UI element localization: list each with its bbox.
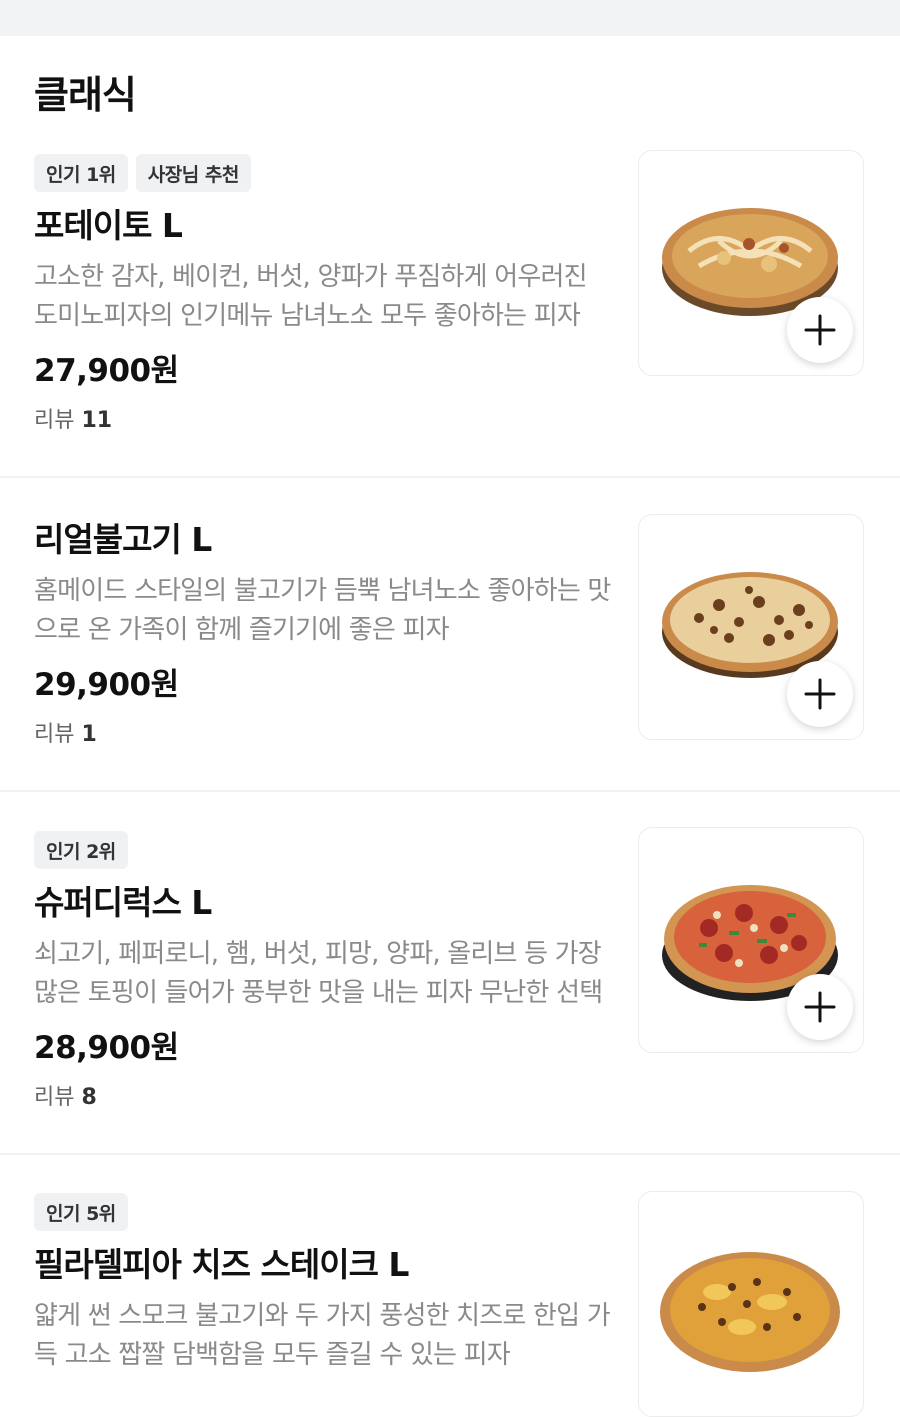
badge-group: 인기 2위: [34, 831, 614, 869]
item-name: 포테이토 L: [34, 206, 183, 245]
review-label: 리뷰: [34, 722, 75, 747]
owner-pick-badge: 사장님 추천: [135, 154, 251, 192]
divider: [0, 790, 900, 792]
bulgogi-pizza-image[interactable]: [638, 514, 864, 740]
review-number: 8: [81, 1085, 97, 1110]
add-to-cart-button[interactable]: [787, 297, 853, 363]
review-label: 리뷰: [34, 1085, 75, 1110]
item-name: 슈퍼디럭스 L: [34, 883, 212, 922]
super-deluxe-pizza-image[interactable]: [638, 827, 864, 1053]
potato-pizza-image[interactable]: [638, 150, 864, 376]
item-price: 28,900원: [34, 1030, 179, 1066]
review-count: 리뷰 1: [34, 720, 614, 750]
pizza-icon: [660, 1252, 840, 1372]
top-strip: [0, 0, 900, 36]
item-description: 고소한 감자, 베이컨, 버섯, 양파가 푸짐하게 어우러진 도미노피자의 인기…: [34, 262, 588, 331]
divider: [0, 476, 900, 478]
plus-icon: [804, 678, 836, 710]
review-count: 리뷰 11: [34, 406, 614, 436]
add-to-cart-button[interactable]: [787, 661, 853, 727]
philly-cheese-steak-pizza-image[interactable]: [638, 1191, 864, 1417]
review-label: 리뷰: [34, 408, 75, 433]
item-description: 쇠고기, 페퍼로니, 햄, 버섯, 피망, 양파, 올리브 등 가장 많은 토핑…: [34, 939, 603, 1008]
plus-icon: [804, 991, 836, 1023]
review-number: 11: [81, 408, 113, 433]
review-count: 리뷰 8: [34, 1083, 614, 1113]
section-title: 클래식: [34, 73, 137, 117]
popularity-badge: 인기 1위: [34, 154, 128, 192]
add-to-cart-button[interactable]: [787, 974, 853, 1040]
badge-group: 인기 1위 사장님 추천: [34, 154, 614, 192]
item-price: 29,900원: [34, 667, 179, 703]
plus-icon: [804, 314, 836, 346]
badge-group: 인기 5위: [34, 1193, 614, 1231]
review-number: 1: [81, 722, 97, 747]
item-name: 필라델피아 치즈 스테이크 L: [34, 1245, 409, 1284]
item-price: 27,900원: [34, 353, 179, 389]
popularity-badge: 인기 2위: [34, 831, 128, 869]
item-description: 얇게 썬 스모크 불고기와 두 가지 풍성한 치즈로 한입 가득 고소 짭짤 담…: [34, 1301, 611, 1370]
popularity-badge: 인기 5위: [34, 1193, 128, 1231]
divider: [0, 1153, 900, 1155]
item-description: 홈메이드 스타일의 불고기가 듬뿍 남녀노소 좋아하는 맛으로 온 가족이 함께…: [34, 576, 611, 645]
item-name: 리얼불고기 L: [34, 520, 212, 559]
